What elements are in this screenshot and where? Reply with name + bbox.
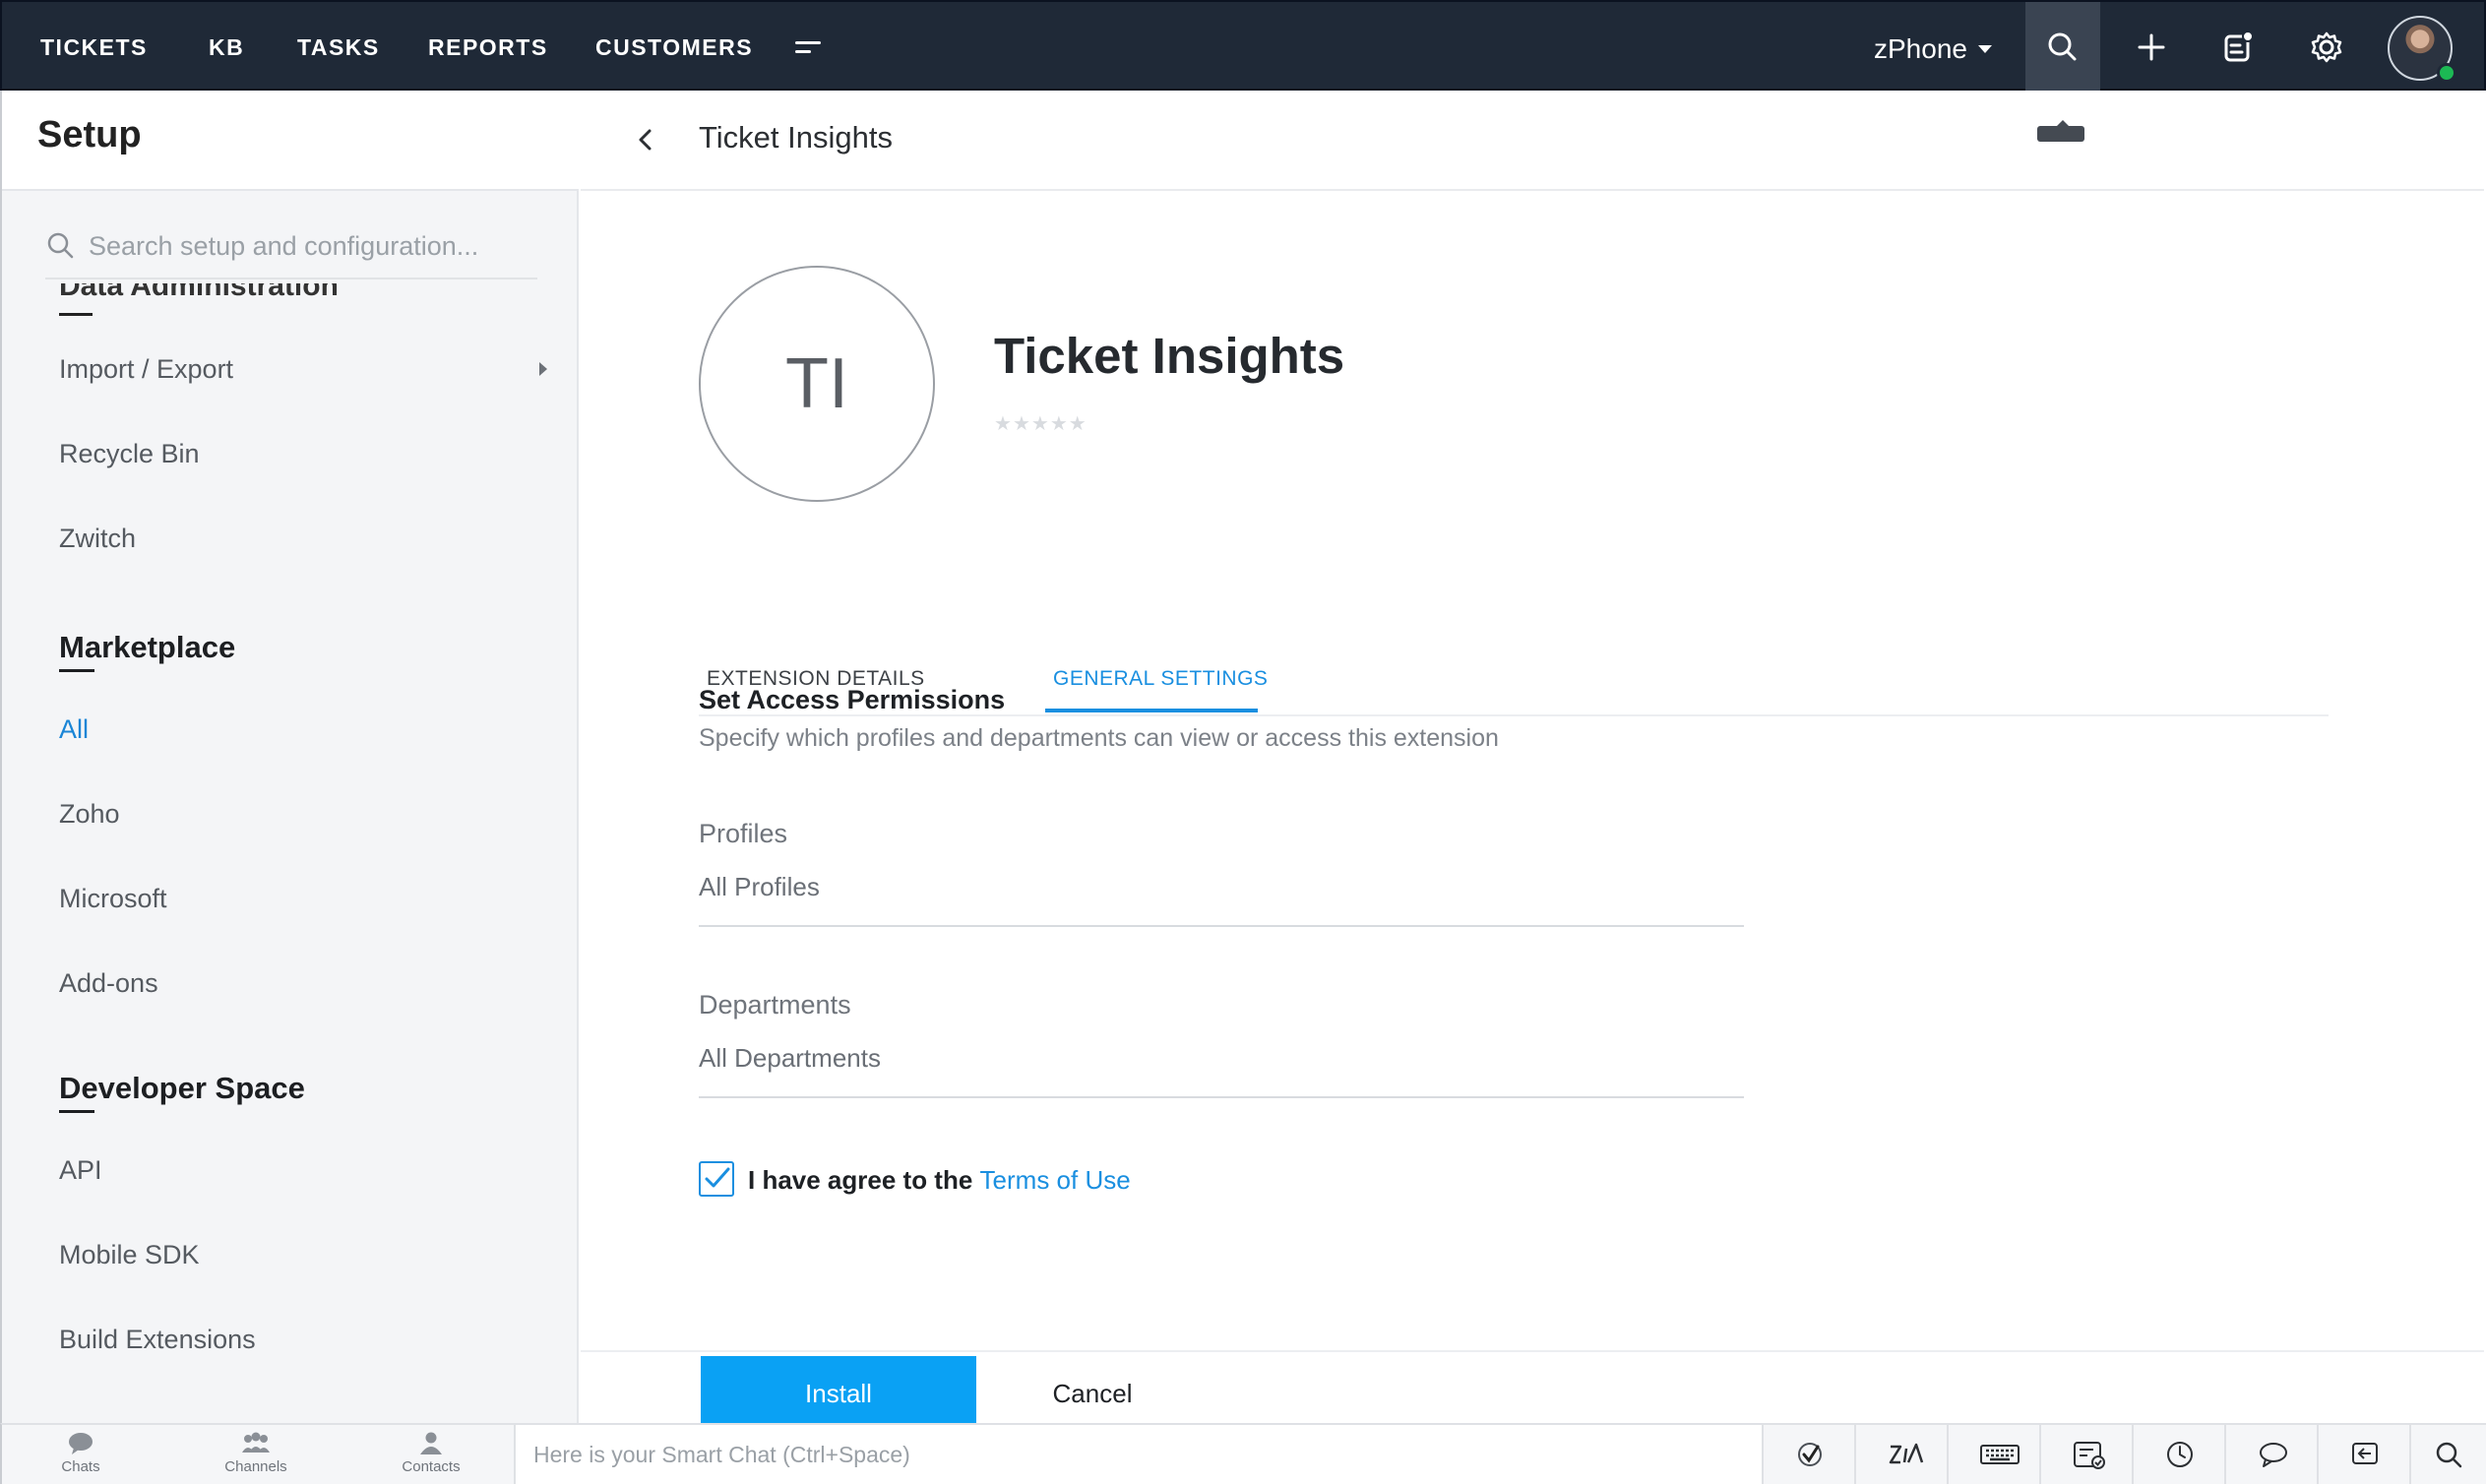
- terms-agreement: I have agree to the Terms of Use: [748, 1165, 1131, 1196]
- nav-kb[interactable]: KB: [209, 2, 244, 93]
- heading-underline: [59, 669, 94, 672]
- contacts-icon: [420, 1432, 442, 1454]
- active-tab-indicator: [1045, 709, 1258, 712]
- sidebar-item-import-export[interactable]: Import / Export: [59, 354, 233, 385]
- menu-more-icon[interactable]: [795, 39, 825, 57]
- plus-icon[interactable]: [2130, 26, 2173, 69]
- setup-search: [45, 216, 537, 279]
- bottom-channels-label: Channels: [224, 1458, 287, 1475]
- search-icon: [2436, 1442, 2462, 1468]
- bottom-contacts-label: Contacts: [402, 1458, 461, 1475]
- departments-field-underline: [699, 1096, 1744, 1098]
- extension-name: Ticket Insights: [994, 328, 1345, 384]
- nav-tickets[interactable]: TICKETS: [40, 2, 148, 93]
- chevron-down-icon[interactable]: [1978, 45, 1992, 53]
- sidebar-item-zoho[interactable]: Zoho: [59, 799, 120, 830]
- developer-space-heading: Developer Space: [59, 1071, 305, 1105]
- keyboard-icon: [1980, 1445, 2020, 1464]
- clock-button[interactable]: [2134, 1425, 2226, 1484]
- terms-checkbox[interactable]: [699, 1161, 734, 1197]
- sidebar-item-api[interactable]: API: [59, 1155, 102, 1186]
- reply-icon: [2352, 1443, 2378, 1464]
- sidebar-item-recycle-bin[interactable]: Recycle Bin: [59, 439, 200, 469]
- bottom-chats[interactable]: Chats: [22, 1431, 140, 1475]
- search-icon: [47, 232, 74, 259]
- keyboard-button[interactable]: [1949, 1425, 2041, 1484]
- star-icon: ★: [1012, 413, 1030, 435]
- star-icon: ★: [1068, 413, 1087, 435]
- extension-logo: TI: [699, 266, 935, 502]
- page-title: Ticket Insights: [699, 120, 893, 155]
- nav-customers[interactable]: CUSTOMERS: [595, 2, 753, 93]
- bottom-channels[interactable]: Channels: [197, 1431, 315, 1475]
- main-content: Ticket Insights TI Ticket Insights ★★★★★…: [581, 91, 2484, 1431]
- profiles-label: Profiles: [699, 819, 788, 848]
- permissions-description: Specify which profiles and departments c…: [699, 724, 1499, 752]
- sidebar-title: Setup: [37, 114, 142, 155]
- search-icon[interactable]: [2041, 26, 2084, 69]
- smart-chat-input[interactable]: [533, 1435, 1714, 1474]
- departments-label: Departments: [699, 990, 851, 1020]
- checkmark-icon: [705, 1167, 730, 1188]
- profiles-field[interactable]: All Profiles: [699, 872, 820, 902]
- department-selector[interactable]: zPhone: [1874, 2, 1967, 93]
- sidebar-item-all[interactable]: All: [59, 714, 89, 745]
- sidebar-item-mobile-sdk[interactable]: Mobile SDK: [59, 1240, 200, 1270]
- cancel-button[interactable]: Cancel: [994, 1356, 1191, 1431]
- nav-tasks[interactable]: TASKS: [297, 2, 380, 93]
- marketplace-heading: Marketplace: [59, 630, 236, 664]
- channels-icon: [242, 1432, 270, 1453]
- heading-underline: [59, 1110, 94, 1113]
- rating-stars: ★★★★★: [994, 411, 1088, 436]
- terms-text: I have agree to the: [748, 1165, 973, 1195]
- sidebar-item-zwitch[interactable]: Zwitch: [59, 524, 136, 554]
- setup-search-input[interactable]: [89, 226, 531, 266]
- chat-icon: [69, 1433, 93, 1454]
- chat-bubbles-button[interactable]: [2226, 1425, 2319, 1484]
- top-navigation-bar: TICKETS KB TASKS REPORTS CUSTOMERS zPhon…: [0, 0, 2486, 91]
- search-tooltip: [2037, 120, 2084, 142]
- bottom-chats-label: Chats: [61, 1458, 100, 1475]
- task-check-icon: [1798, 1443, 1822, 1466]
- permissions-title: Set Access Permissions: [699, 685, 1006, 714]
- chevron-right-icon[interactable]: [539, 362, 547, 376]
- star-icon: ★: [1049, 413, 1068, 435]
- departments-field[interactable]: All Departments: [699, 1043, 881, 1074]
- sidebar-item-build-extensions[interactable]: Build Extensions: [59, 1325, 256, 1355]
- zia-button[interactable]: [1856, 1425, 1949, 1484]
- page-header: Ticket Insights: [581, 91, 2484, 191]
- action-footer: Install Cancel: [581, 1350, 2484, 1431]
- chat-bubbles-icon: [2260, 1443, 2287, 1467]
- clock-icon: [2167, 1442, 2193, 1467]
- gear-icon[interactable]: [2305, 26, 2348, 69]
- sidebar-header: Setup: [2, 91, 579, 191]
- profiles-field-underline: [699, 925, 1744, 927]
- bottom-contacts[interactable]: Contacts: [372, 1431, 490, 1475]
- data-administration-heading: Data Administration: [59, 283, 354, 299]
- online-status-dot: [2437, 63, 2456, 83]
- sidebar-item-microsoft[interactable]: Microsoft: [59, 884, 167, 914]
- back-arrow-icon[interactable]: [628, 122, 663, 157]
- star-icon: ★: [994, 413, 1012, 435]
- reply-button[interactable]: [2319, 1425, 2411, 1484]
- smart-chat-bar: [514, 1425, 1764, 1484]
- star-icon: ★: [1030, 413, 1049, 435]
- calendar-check-icon: [2074, 1442, 2105, 1469]
- bottom-bar: Chats Channels Contacts: [0, 1423, 2486, 1484]
- zia-icon: [1889, 1443, 1924, 1464]
- install-button[interactable]: Install: [701, 1356, 976, 1431]
- heading-underline: [59, 313, 93, 316]
- task-check-button[interactable]: [1764, 1425, 1856, 1484]
- notification-icon[interactable]: [2216, 26, 2260, 69]
- nav-reports[interactable]: REPORTS: [428, 2, 548, 93]
- bottom-search-button[interactable]: [2411, 1425, 2486, 1484]
- tab-general-settings[interactable]: GENERAL SETTINGS: [1053, 667, 1268, 691]
- sidebar-item-add-ons[interactable]: Add-ons: [59, 968, 158, 999]
- setup-sidebar: Setup Data Administration Import / Expor…: [0, 91, 579, 1423]
- terms-of-use-link[interactable]: Terms of Use: [980, 1165, 1131, 1195]
- calendar-check-button[interactable]: [2041, 1425, 2134, 1484]
